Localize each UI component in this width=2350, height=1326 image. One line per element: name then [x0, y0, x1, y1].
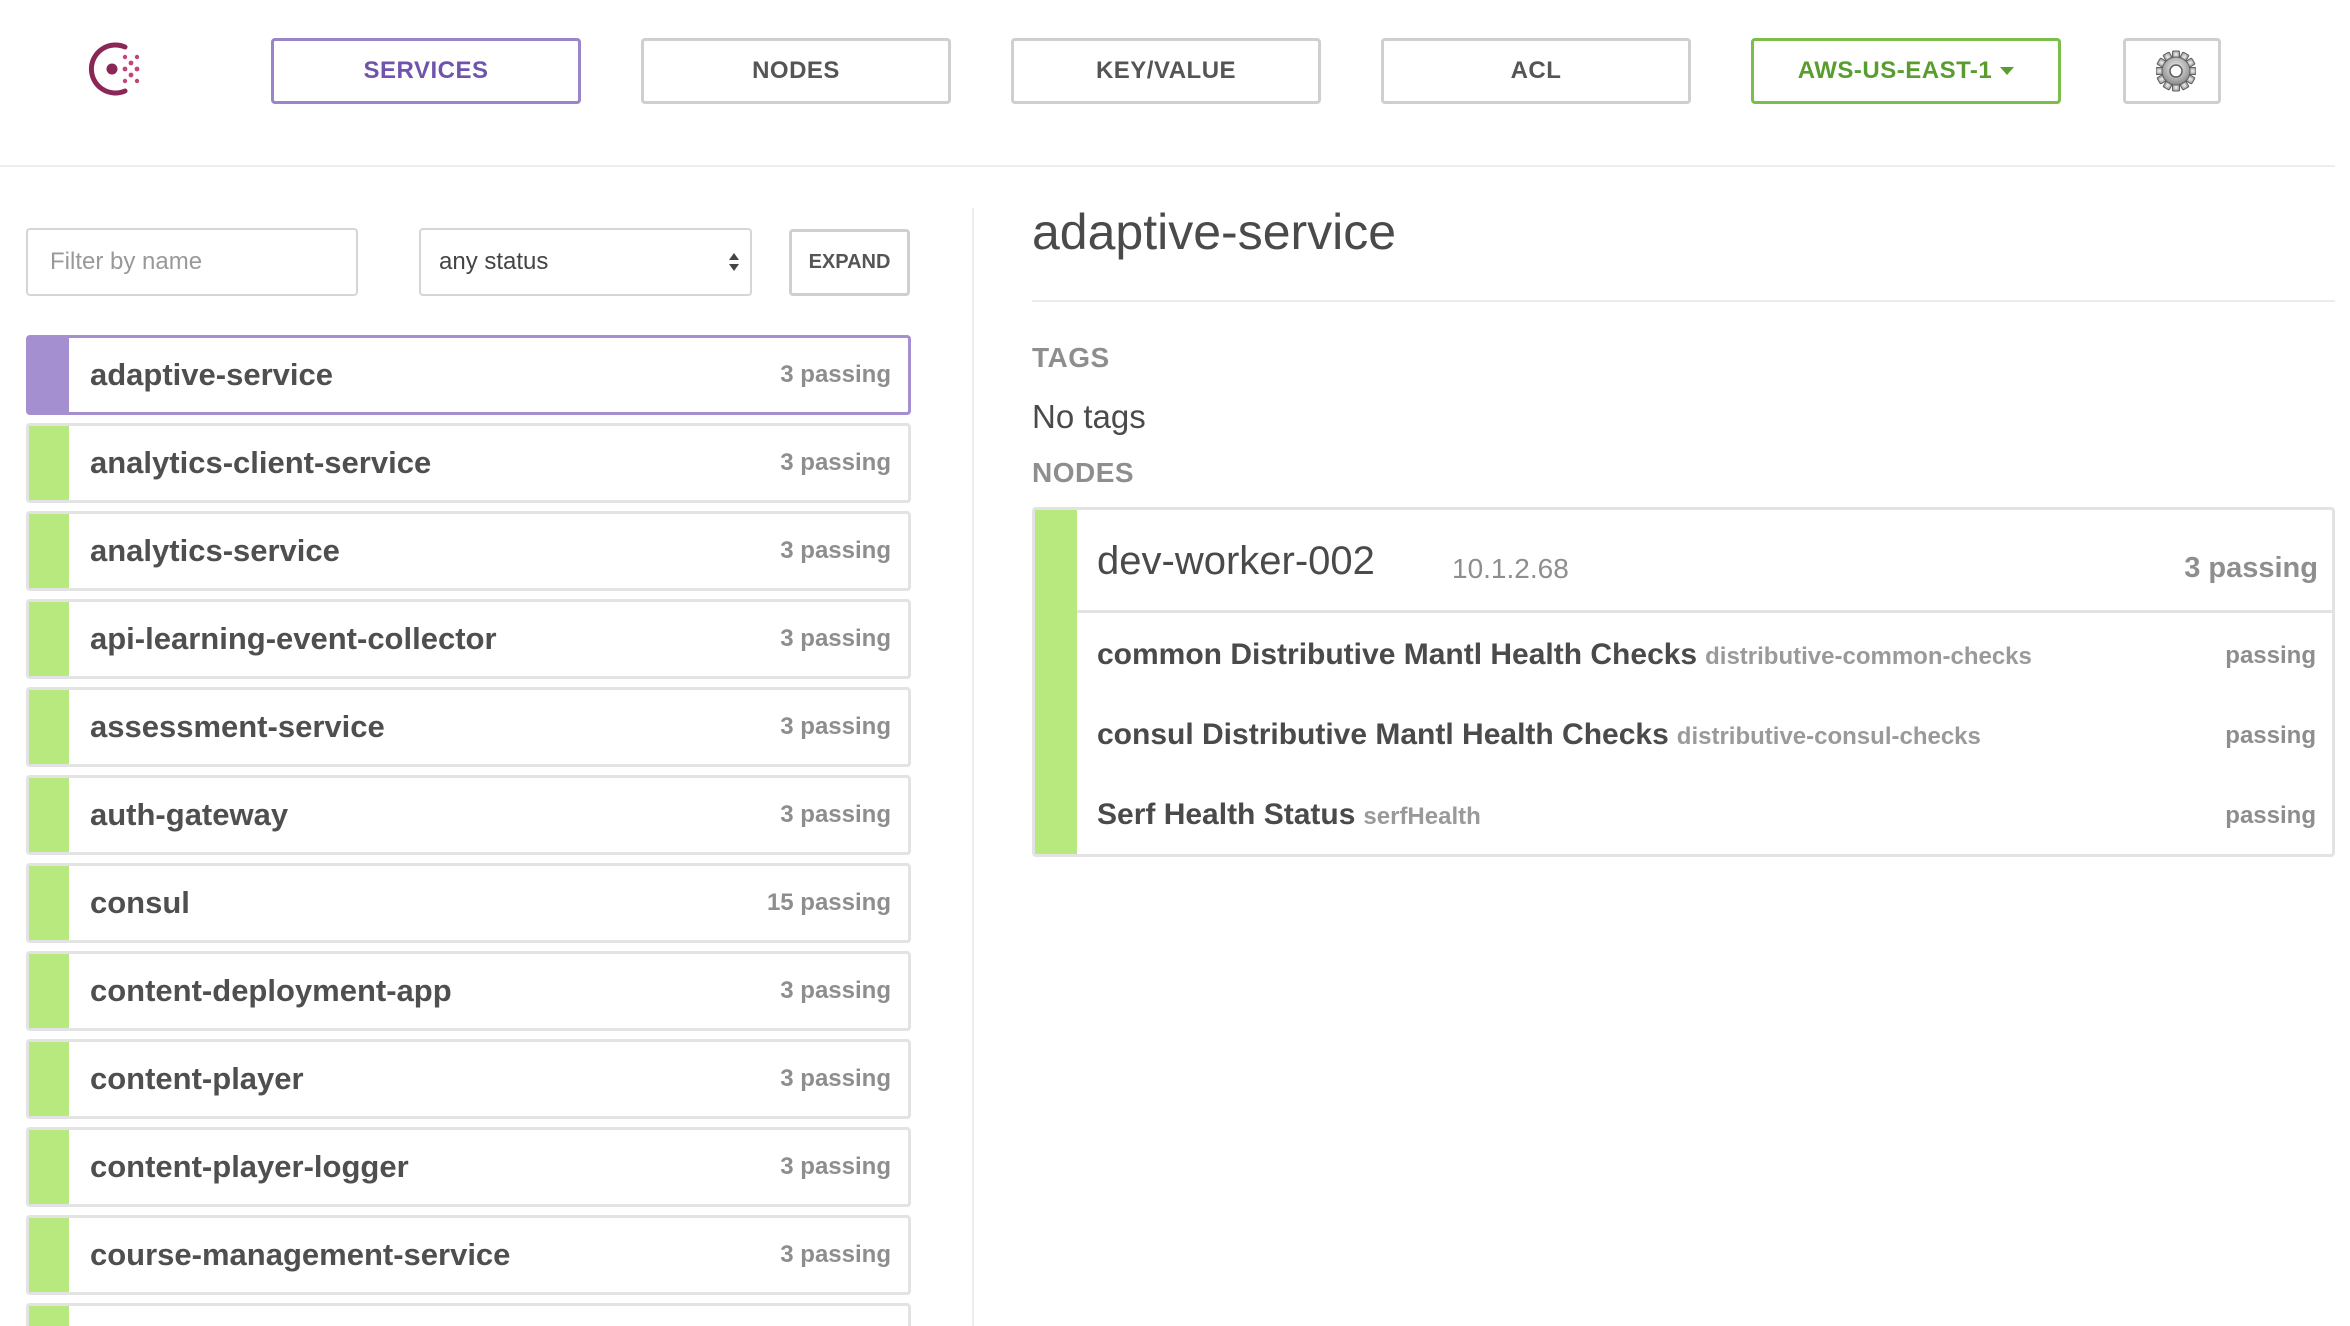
consul-logo-icon[interactable] — [85, 38, 147, 100]
service-name: api-learning-event-collector — [90, 621, 497, 656]
health-check-id: serfHealth — [1363, 803, 1481, 830]
node-header[interactable]: dev-worker-002 10.1.2.68 3 passing — [1077, 510, 2332, 613]
service-name: analytics-service — [90, 533, 340, 568]
health-check-id: distributive-consul-checks — [1676, 723, 1981, 750]
status-bar — [29, 338, 69, 412]
status-bar — [29, 778, 69, 852]
health-check-row: common Distributive Mantl Health Checks d… — [1077, 616, 2332, 696]
service-list: adaptive-service 3 passing analytics-cli… — [26, 335, 911, 1326]
node-check-count: 3 passing — [2184, 552, 2318, 584]
service-name: course-management-service — [90, 1237, 511, 1272]
status-bar — [29, 954, 69, 1028]
service-check-count: 3 passing — [780, 361, 891, 388]
service-item[interactable]: auth-gateway 3 passing — [26, 775, 911, 855]
service-check-count: 3 passing — [780, 537, 891, 564]
service-item[interactable]: adaptive-service 3 passing — [26, 335, 911, 415]
service-item[interactable]: analytics-client-service 3 passing — [26, 423, 911, 503]
filter-by-name-input[interactable] — [26, 228, 358, 296]
service-check-count: 3 passing — [780, 449, 891, 476]
service-item[interactable]: assessment-service 3 passing — [26, 687, 911, 767]
top-navigation-bar: SERVICES NODES KEY/VALUE ACL AWS-US-EAST… — [0, 0, 2335, 167]
service-item[interactable]: analytics-service 3 passing — [26, 511, 911, 591]
service-item[interactable]: course-management-service 3 passing — [26, 1215, 911, 1295]
nodes-heading: NODES — [1032, 457, 1135, 488]
status-select[interactable]: any status — [419, 228, 752, 296]
health-check-row: Serf Health Status serfHealth passing — [1077, 776, 2332, 856]
health-check-title: consul Distributive Mantl Health Checks d… — [1097, 718, 1981, 752]
settings-button[interactable] — [2123, 38, 2221, 104]
service-name: content-player — [90, 1061, 304, 1096]
tags-heading: TAGS — [1032, 342, 1110, 373]
service-item[interactable]: content-player 3 passing — [26, 1039, 911, 1119]
node-address: 10.1.2.68 — [1452, 553, 1569, 584]
service-item[interactable]: content-deployment-app 3 passing — [26, 951, 911, 1031]
health-check-status: passing — [2225, 722, 2316, 749]
tags-value: No tags — [1032, 398, 1146, 435]
status-bar — [29, 426, 69, 500]
status-bar — [29, 514, 69, 588]
nav-nodes-button[interactable]: NODES — [641, 38, 951, 104]
nav-services-button[interactable]: SERVICES — [271, 38, 581, 104]
nav-acl-button[interactable]: ACL — [1381, 38, 1691, 104]
health-check-name: common Distributive Mantl Health Checks — [1097, 638, 1698, 671]
service-detail-title: adaptive-service — [1032, 204, 1397, 260]
health-check-name: Serf Health Status — [1097, 798, 1356, 831]
node-status-bar — [1035, 510, 1077, 854]
caret-down-icon — [2000, 67, 2015, 75]
service-check-count: 3 passing — [780, 1065, 891, 1092]
datacenter-label: AWS-US-EAST-1 — [1797, 57, 1993, 84]
select-arrows-icon — [729, 253, 739, 271]
service-check-count: 3 passing — [780, 1241, 891, 1268]
status-bar — [29, 1306, 69, 1326]
status-select-value: any status — [439, 248, 549, 275]
service-check-count: 3 passing — [780, 977, 891, 1004]
service-check-count: 3 passing — [780, 625, 891, 652]
datacenter-dropdown[interactable]: AWS-US-EAST-1 — [1751, 38, 2061, 104]
service-name: content-player-logger — [90, 1149, 409, 1184]
health-check-title: common Distributive Mantl Health Checks d… — [1097, 638, 2032, 672]
health-check-name: consul Distributive Mantl Health Checks — [1097, 718, 1669, 751]
service-item[interactable] — [26, 1303, 911, 1326]
status-bar — [29, 1218, 69, 1292]
status-bar — [29, 690, 69, 764]
service-name: content-deployment-app — [90, 973, 452, 1008]
health-check-status: passing — [2225, 642, 2316, 669]
expand-button[interactable]: EXPAND — [789, 229, 910, 296]
service-name: auth-gateway — [90, 797, 289, 832]
service-check-count: 3 passing — [780, 713, 891, 740]
nav-key-value-button[interactable]: KEY/VALUE — [1011, 38, 1321, 104]
service-check-count: 3 passing — [780, 1153, 891, 1180]
service-check-count: 15 passing — [766, 889, 891, 916]
node-card: dev-worker-002 10.1.2.68 3 passing commo… — [1032, 507, 2335, 857]
service-check-count: 3 passing — [780, 801, 891, 828]
health-check-status: passing — [2225, 802, 2316, 829]
title-divider — [1032, 300, 2335, 302]
service-name: consul — [90, 885, 190, 920]
service-name: adaptive-service — [90, 357, 333, 392]
gear-icon — [2156, 50, 2196, 92]
column-divider — [972, 208, 974, 1326]
status-bar — [29, 866, 69, 940]
service-name: analytics-client-service — [90, 445, 432, 480]
health-check-id: distributive-common-checks — [1705, 643, 2032, 670]
health-check-row: consul Distributive Mantl Health Checks d… — [1077, 696, 2332, 776]
health-check-title: Serf Health Status serfHealth — [1097, 798, 1481, 832]
service-item[interactable]: content-player-logger 3 passing — [26, 1127, 911, 1207]
service-item[interactable]: api-learning-event-collector 3 passing — [26, 599, 911, 679]
status-bar — [29, 602, 69, 676]
status-bar — [29, 1042, 69, 1116]
service-name: assessment-service — [90, 709, 385, 744]
node-name: dev-worker-002 — [1097, 539, 1375, 583]
service-item[interactable]: consul 15 passing — [26, 863, 911, 943]
status-bar — [29, 1130, 69, 1204]
